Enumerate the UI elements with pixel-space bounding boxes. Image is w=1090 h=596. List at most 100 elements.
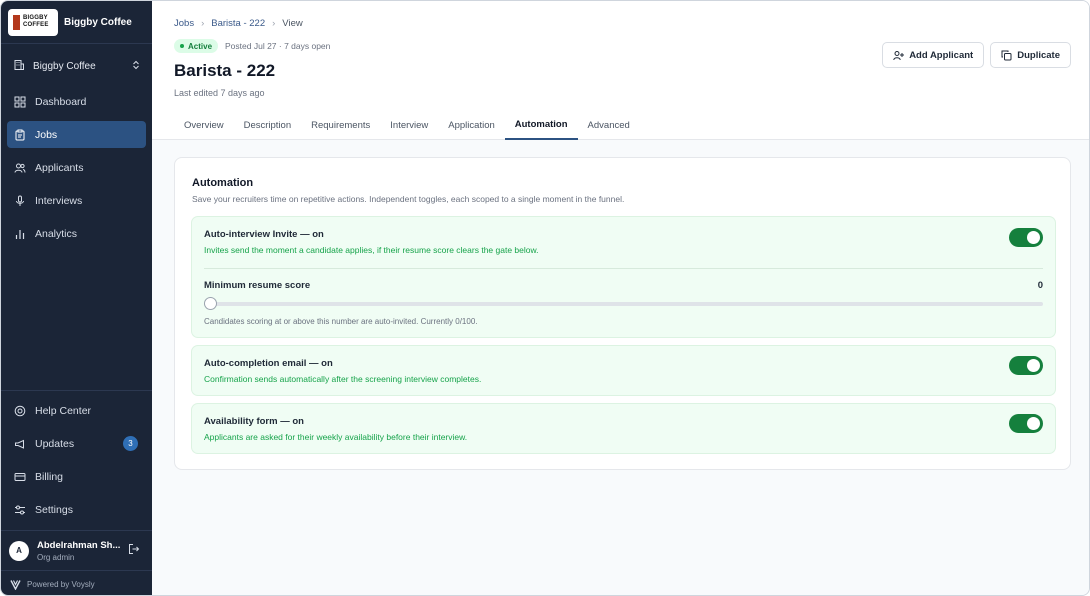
min-score-value: 0: [1037, 280, 1043, 291]
min-score-label: Minimum resume score: [204, 280, 311, 291]
sidebar-item-label: Billing: [35, 470, 64, 483]
availability-panel: Availability form — on Applicants are as…: [191, 403, 1056, 454]
status-badge: Active: [174, 39, 219, 53]
job-tabs: Overview Description Requirements Interv…: [174, 111, 640, 140]
user-plus-icon: [893, 50, 905, 61]
lifebuoy-icon: [13, 404, 27, 418]
auto-interview-title: Auto-interview Invite — on: [204, 229, 324, 240]
secondary-nav: Help Center Updates 3 Billing Settings: [1, 390, 152, 529]
sidebar-item-label: Analytics: [35, 227, 78, 240]
auto-interview-toggle[interactable]: [1009, 228, 1043, 247]
automation-subtitle: Save your recruiters time on repetitive …: [192, 194, 625, 204]
breadcrumb: Jobs › Barista - 222 › View: [174, 18, 303, 29]
users-icon: [13, 161, 27, 175]
sidebar-item-label: Jobs: [35, 128, 58, 141]
sidebar-item-label: Interviews: [35, 194, 83, 207]
sidebar-item-label: Updates: [35, 437, 75, 450]
sidebar-item-interviews[interactable]: Interviews: [7, 187, 146, 214]
page-title: Barista - 222: [174, 61, 276, 80]
tab-application[interactable]: Application: [438, 111, 504, 139]
status-dot: [180, 44, 184, 48]
sidebar-item-label: Help Center: [35, 404, 92, 417]
sidebar-item-billing[interactable]: Billing: [7, 463, 146, 490]
logout-icon[interactable]: [128, 543, 142, 558]
user-profile[interactable]: A Abdelrahman Sh... Org admin: [1, 530, 152, 570]
clipboard-icon: [13, 128, 27, 142]
add-applicant-button[interactable]: Add Applicant: [882, 42, 985, 68]
chevron-updown-icon: [132, 60, 140, 73]
sliders-icon: [13, 503, 27, 517]
toggle-knob: [1027, 359, 1040, 372]
main-content: Jobs › Barista - 222 › View Active Poste…: [152, 1, 1089, 595]
sidebar: BIGGBY COFFEE Biggby Coffee Biggby Coffe…: [1, 1, 152, 595]
sidebar-item-help-center[interactable]: Help Center: [7, 397, 146, 424]
breadcrumb-job[interactable]: Barista - 222: [211, 18, 265, 29]
tab-description[interactable]: Description: [234, 111, 302, 139]
app-window: BIGGBY COFFEE Biggby Coffee Biggby Coffe…: [0, 0, 1090, 596]
availability-title: Availability form — on: [204, 416, 304, 427]
sidebar-item-analytics[interactable]: Analytics: [7, 220, 146, 247]
toggle-knob: [1027, 231, 1040, 244]
sidebar-item-applicants[interactable]: Applicants: [7, 154, 146, 181]
sidebar-item-settings[interactable]: Settings: [7, 496, 146, 523]
user-role: Org admin: [37, 552, 75, 562]
min-score-slider-thumb[interactable]: [204, 297, 217, 310]
brand[interactable]: BIGGBY COFFEE Biggby Coffee: [1, 1, 152, 43]
logo-mark: [13, 14, 20, 30]
auto-completion-panel: Auto-completion email — on Confirmation …: [191, 345, 1056, 396]
sidebar-divider: [1, 390, 152, 391]
microphone-icon: [13, 194, 27, 208]
min-score-note: Candidates scoring at or above this numb…: [204, 317, 478, 326]
voysly-logo-icon: [10, 579, 21, 590]
auto-completion-title: Auto-completion email — on: [204, 358, 333, 369]
min-score-slider-track[interactable]: [204, 302, 1043, 306]
job-header: Jobs › Barista - 222 › View Active Poste…: [152, 1, 1089, 140]
add-applicant-label: Add Applicant: [909, 49, 974, 61]
sidebar-item-label: Dashboard: [35, 95, 87, 108]
last-edited: Last edited 7 days ago: [174, 88, 265, 98]
duplicate-label: Duplicate: [1017, 49, 1060, 61]
org-switcher[interactable]: Biggby Coffee: [1, 44, 152, 88]
availability-toggle[interactable]: [1009, 414, 1043, 433]
sidebar-item-label: Settings: [35, 503, 73, 516]
status-label: Active: [188, 41, 213, 51]
sidebar-item-label: Applicants: [35, 161, 84, 174]
breadcrumb-current: View: [282, 18, 303, 29]
logo-line-2: COFFEE: [23, 22, 49, 28]
panel-divider: [204, 268, 1043, 269]
powered-by-text: Powered by Voysly: [27, 579, 95, 589]
sidebar-item-jobs[interactable]: Jobs: [7, 121, 146, 148]
auto-interview-desc: Invites send the moment a candidate appl…: [204, 245, 539, 255]
sidebar-item-dashboard[interactable]: Dashboard: [7, 88, 146, 115]
powered-by: Powered by Voysly: [1, 570, 152, 595]
job-status-row: Active Posted Jul 27 · 7 days open: [174, 39, 330, 53]
dashboard-icon: [13, 95, 27, 109]
credit-card-icon: [13, 470, 27, 484]
brand-logo: BIGGBY COFFEE: [8, 8, 58, 36]
tab-overview[interactable]: Overview: [174, 111, 234, 139]
availability-desc: Applicants are asked for their weekly av…: [204, 432, 468, 442]
megaphone-icon: [13, 437, 27, 451]
auto-interview-panel: Auto-interview Invite — on Invites send …: [191, 216, 1056, 338]
logo-line-1: BIGGBY: [23, 15, 48, 21]
brand-name: Biggby Coffee: [64, 16, 132, 28]
breadcrumb-jobs[interactable]: Jobs: [174, 18, 194, 29]
chevron-right-icon: ›: [201, 18, 205, 29]
user-name: Abdelrahman Sh...: [37, 539, 121, 551]
chevron-right-icon: ›: [272, 18, 276, 29]
org-name: Biggby Coffee: [33, 60, 96, 72]
tab-advanced[interactable]: Advanced: [578, 111, 640, 139]
toggle-knob: [1027, 417, 1040, 430]
automation-title: Automation: [192, 177, 254, 189]
posted-info: Posted Jul 27 · 7 days open: [225, 41, 331, 51]
avatar: A: [9, 540, 29, 561]
updates-count-badge: 3: [123, 436, 138, 451]
tab-requirements[interactable]: Requirements: [301, 111, 380, 139]
tab-automation[interactable]: Automation: [504, 111, 578, 140]
tab-interview[interactable]: Interview: [380, 111, 438, 139]
building-icon: [13, 59, 25, 74]
auto-completion-toggle[interactable]: [1009, 356, 1043, 375]
sidebar-item-updates[interactable]: Updates 3: [7, 430, 146, 457]
main-nav: Dashboard Jobs Applicants Interviews Ana…: [1, 88, 152, 247]
duplicate-button[interactable]: Duplicate: [990, 42, 1071, 68]
